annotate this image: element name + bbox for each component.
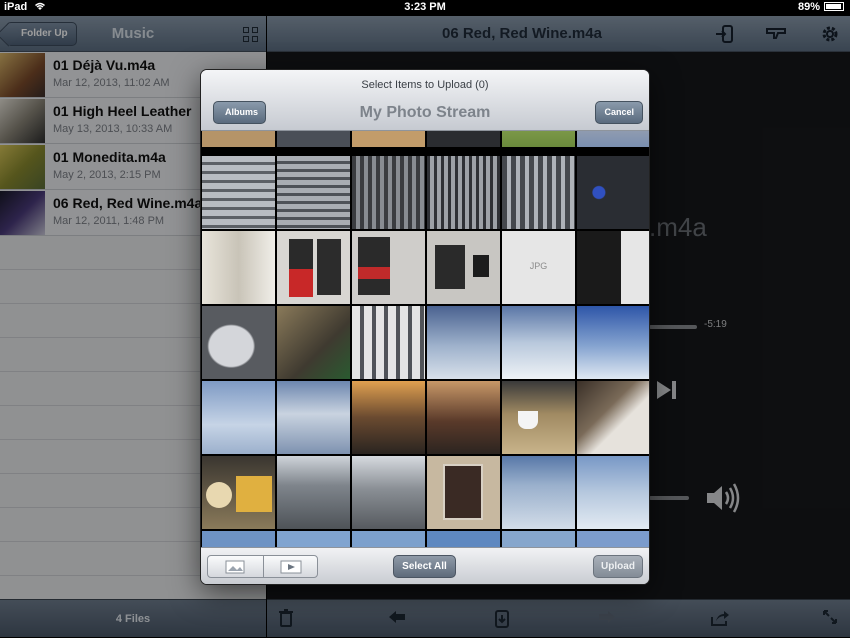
photo-thumbnail[interactable] <box>277 381 350 454</box>
photo-thumbnail[interactable] <box>502 306 575 379</box>
photo-thumbnail[interactable] <box>427 531 500 547</box>
photo-thumbnail[interactable] <box>427 456 500 529</box>
photo-thumbnail[interactable] <box>202 381 275 454</box>
photo-thumbnail[interactable] <box>202 531 275 547</box>
photo-thumbnail[interactable] <box>502 131 575 147</box>
photo-thumbnail[interactable] <box>352 131 425 147</box>
selection-count: Select Items to Upload (0) <box>361 79 489 91</box>
photo-thumbnail[interactable] <box>577 531 649 547</box>
modal-footer: Select All Upload <box>201 547 649 584</box>
photo-thumbnail[interactable] <box>427 156 500 229</box>
photo-thumbnail[interactable] <box>577 306 649 379</box>
photo-thumbnail[interactable] <box>577 456 649 529</box>
photo-thumbnail[interactable] <box>202 156 275 229</box>
video-icon <box>280 560 302 574</box>
photo-thumbnail[interactable] <box>352 156 425 229</box>
photo-thumbnail[interactable] <box>502 156 575 229</box>
photo-thumbnail[interactable] <box>352 231 425 304</box>
select-all-button[interactable]: Select All <box>393 555 456 578</box>
videos-segment[interactable] <box>263 556 318 577</box>
photo-thumbnail[interactable] <box>502 456 575 529</box>
photo-thumbnail[interactable] <box>352 456 425 529</box>
photo-thumbnail[interactable] <box>277 531 350 547</box>
photo-thumbnail[interactable] <box>202 306 275 379</box>
modal-header: Select Items to Upload (0) Albums My Pho… <box>201 70 649 131</box>
photo-icon <box>225 560 245 574</box>
photo-thumbnail[interactable] <box>277 156 350 229</box>
photo-grid: JPG <box>201 131 649 547</box>
photo-thumbnail[interactable] <box>277 231 350 304</box>
photo-thumbnail[interactable] <box>427 381 500 454</box>
photo-thumbnail[interactable] <box>427 306 500 379</box>
photo-thumbnail[interactable]: JPG <box>502 231 575 304</box>
photo-thumbnail[interactable] <box>577 156 649 229</box>
photo-thumbnail[interactable] <box>202 131 275 147</box>
photo-thumbnail[interactable] <box>352 306 425 379</box>
status-time: 3:23 PM <box>404 1 446 13</box>
photo-thumbnail[interactable] <box>277 306 350 379</box>
jpg-placeholder-label: JPG <box>529 261 548 271</box>
media-type-segmented-control <box>207 555 318 578</box>
photo-thumbnail[interactable] <box>277 456 350 529</box>
photo-thumbnail[interactable] <box>502 381 575 454</box>
upload-button[interactable]: Upload <box>593 555 643 578</box>
album-title: My Photo Stream <box>359 104 491 121</box>
battery-icon <box>824 2 844 11</box>
photo-thumbnail[interactable] <box>352 531 425 547</box>
photo-thumbnail[interactable] <box>502 531 575 547</box>
status-bar: iPad 3:23 PM 89% <box>0 0 850 16</box>
photo-thumbnail[interactable] <box>202 231 275 304</box>
photo-thumbnail[interactable] <box>202 456 275 529</box>
upload-picker-modal: Select Items to Upload (0) Albums My Pho… <box>201 70 649 584</box>
photo-thumbnail[interactable] <box>352 381 425 454</box>
cancel-button[interactable]: Cancel <box>595 101 643 124</box>
photo-thumbnail[interactable] <box>277 131 350 147</box>
photo-thumbnail[interactable] <box>427 131 500 147</box>
photo-thumbnail[interactable] <box>577 381 649 454</box>
battery-percent: 89% <box>797 1 820 13</box>
status-right: 89% <box>798 1 844 13</box>
photo-thumbnail[interactable] <box>577 131 649 147</box>
photo-thumbnail[interactable] <box>427 231 500 304</box>
photos-segment[interactable] <box>208 556 263 577</box>
photo-thumbnail[interactable] <box>577 231 649 304</box>
